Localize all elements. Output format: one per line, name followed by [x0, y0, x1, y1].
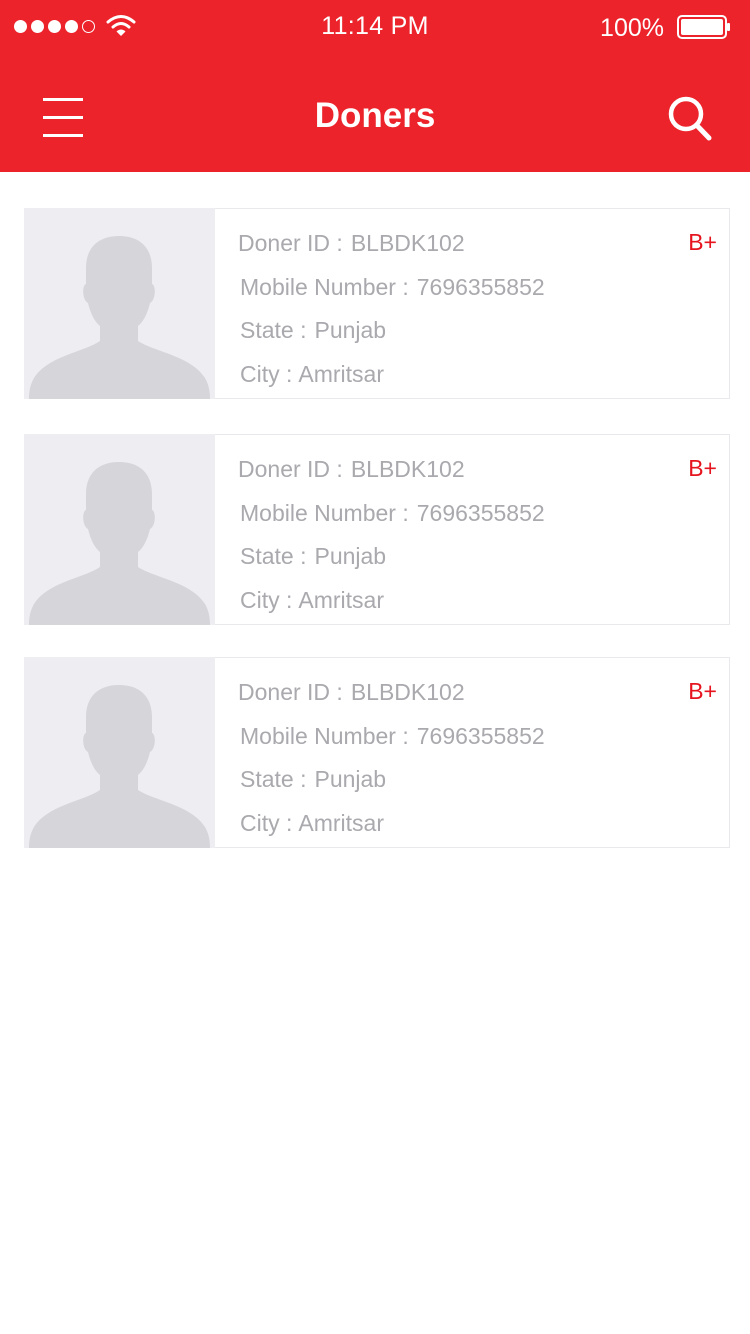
- city-label: City :: [240, 360, 293, 387]
- donor-id-row: Doner ID : BLBDK102: [238, 676, 545, 720]
- donor-list: Doner ID : BLBDK102 Mobile Number : 769635…: [24, 208, 730, 848]
- blood-group-badge: B+: [688, 455, 717, 481]
- city-row: City : Amritsar: [238, 358, 545, 402]
- mobile-value: 7696355852: [416, 722, 545, 749]
- donor-id-row: Doner ID : BLBDK102: [238, 227, 545, 271]
- status-bar: 11:14 PM 100%: [0, 0, 750, 54]
- mobile-label: Mobile Number :: [240, 499, 409, 526]
- app-header: 11:14 PM 100% Doners: [0, 0, 750, 172]
- city-row: City : Amritsar: [238, 584, 545, 628]
- mobile-label: Mobile Number :: [240, 722, 409, 749]
- mobile-row: Mobile Number : 7696355852: [238, 720, 545, 764]
- donor-id-label: Doner ID :: [238, 679, 343, 705]
- battery-icon: [677, 15, 730, 39]
- avatar-placeholder-icon: [24, 208, 215, 399]
- avatar-placeholder-icon: [24, 657, 215, 848]
- donor-id-value: BLBDK102: [350, 679, 465, 705]
- donor-id-label: Doner ID :: [238, 456, 343, 482]
- mobile-label: Mobile Number :: [240, 273, 409, 300]
- state-value: Punjab: [314, 766, 387, 792]
- battery-percent: 100%: [600, 14, 664, 42]
- donor-info: Doner ID : BLBDK102 Mobile Number : 769635…: [238, 676, 545, 850]
- donor-info: Doner ID : BLBDK102 Mobile Number : 769635…: [238, 227, 545, 401]
- state-row: State : Punjab: [238, 540, 545, 584]
- donor-id-value: BLBDK102: [350, 230, 465, 256]
- state-value: Punjab: [314, 317, 387, 343]
- donor-info: Doner ID : BLBDK102 Mobile Number : 769635…: [238, 453, 545, 627]
- donor-id-label: Doner ID :: [238, 230, 343, 256]
- mobile-value: 7696355852: [416, 273, 545, 300]
- state-row: State : Punjab: [238, 763, 545, 807]
- state-label: State :: [240, 766, 307, 792]
- page-title: Doners: [314, 96, 436, 135]
- city-label: City :: [240, 809, 293, 836]
- donor-card[interactable]: Doner ID : BLBDK102 Mobile Number : 769635…: [24, 434, 730, 625]
- state-row: State : Punjab: [238, 314, 545, 358]
- state-label: State :: [240, 543, 307, 569]
- donor-id-row: Doner ID : BLBDK102: [238, 453, 545, 497]
- mobile-row: Mobile Number : 7696355852: [238, 271, 545, 315]
- city-value: Amritsar: [298, 809, 385, 836]
- blood-group-badge: B+: [688, 678, 717, 704]
- donor-card[interactable]: Doner ID : BLBDK102 Mobile Number : 769635…: [24, 657, 730, 848]
- city-value: Amritsar: [298, 586, 385, 613]
- donor-id-value: BLBDK102: [350, 456, 465, 482]
- city-row: City : Amritsar: [238, 807, 545, 851]
- state-value: Punjab: [314, 543, 387, 569]
- mobile-value: 7696355852: [416, 499, 545, 526]
- avatar-placeholder-icon: [24, 434, 215, 625]
- mobile-row: Mobile Number : 7696355852: [238, 497, 545, 541]
- state-label: State :: [240, 317, 307, 343]
- donor-card[interactable]: Doner ID : BLBDK102 Mobile Number : 769635…: [24, 208, 730, 399]
- blood-group-badge: B+: [688, 229, 717, 255]
- city-value: Amritsar: [298, 360, 385, 387]
- search-icon[interactable]: [665, 94, 715, 144]
- nav-bar: Doners: [0, 54, 750, 172]
- city-label: City :: [240, 586, 293, 613]
